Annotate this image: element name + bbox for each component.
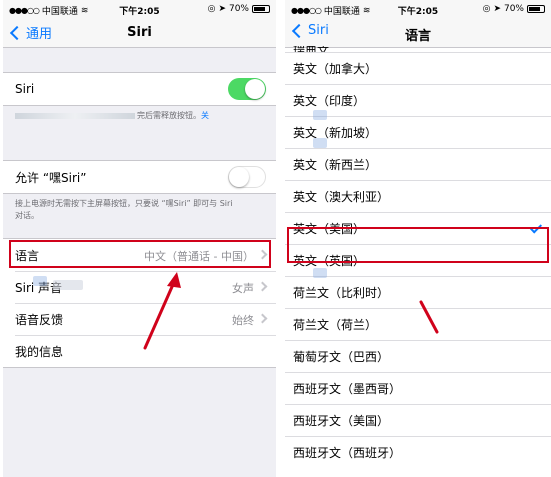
language-label: 英文（加拿大） [293, 62, 378, 76]
checkmark-icon [529, 221, 543, 234]
language-item[interactable]: 西班牙文（墨西哥） [285, 372, 551, 404]
page-title: 语言 [404, 29, 431, 44]
hey-siri-footnote: 接上电源时无需按下主屏幕按钮，只要说 “嘿Siri” 即可与 Siri 对话。 [15, 199, 233, 220]
hey-siri-label: 允许 “嘿Siri” [15, 170, 87, 185]
smudge [33, 276, 47, 286]
hey-siri-group: 允许 “嘿Siri” [3, 160, 276, 194]
my-info-label: 我的信息 [15, 344, 64, 359]
language-item[interactable]: 西班牙文（西班牙） [285, 436, 551, 468]
voice-feedback-value: 始终 [232, 314, 254, 327]
language-label: 西班牙文（墨西哥） [293, 382, 402, 396]
red-arrow-icon [419, 300, 439, 334]
battery-percent: 70% [503, 4, 524, 14]
battery-percent: 70% [228, 4, 249, 14]
navigation-bar: 通用 Siri [3, 18, 276, 48]
navigation-bar: Siri 语言 [285, 18, 551, 48]
chevron-right-icon [257, 313, 268, 324]
language-label: 英文（新加坡） [293, 126, 378, 140]
blurred-text [15, 112, 135, 119]
language-item[interactable]: 西班牙文（美国） [285, 404, 551, 436]
toggle-knob [229, 167, 249, 187]
language-label: 荷兰文（荷兰） [293, 318, 378, 332]
toggle-knob [245, 79, 265, 99]
language-label: 英文（美国） [293, 222, 366, 236]
siri-row[interactable]: Siri [3, 73, 276, 105]
siri-toggle[interactable] [228, 78, 266, 100]
language-item[interactable]: 英文（加拿大） [285, 52, 551, 84]
hey-siri-toggle[interactable] [228, 166, 266, 188]
siri-footnote: 完后需释放按钮。关 [15, 110, 264, 122]
battery-icon [527, 5, 545, 13]
location-icon: ➤ [218, 4, 226, 14]
language-item[interactable]: 葡萄牙文（巴西） [285, 340, 551, 372]
language-label: 西班牙文（美国） [293, 414, 390, 428]
location-icon: ➤ [493, 4, 501, 14]
lock-rotation-icon: ◎ [207, 4, 216, 14]
language-label: 西班牙文（西班牙） [293, 446, 402, 460]
hey-siri-row[interactable]: 允许 “嘿Siri” [3, 161, 276, 193]
siri-label: Siri [15, 82, 35, 96]
siri-settings-screen: ●●●○○ 中国联通 ≋ 下午2:05 ◎ ➤ 70% 通用 Siri Siri… [3, 0, 276, 477]
language-label: 葡萄牙文（巴西） [293, 350, 390, 364]
language-item[interactable]: 英文（澳大利亚） [285, 180, 551, 212]
smudge [53, 280, 83, 290]
page-title: Siri [127, 25, 152, 40]
language-screen: ●●●○○ 中国联通 ≋ 下午2:05 ◎ ➤ 70% Siri 语言 瑞典文 … [285, 0, 551, 477]
language-label: 英文（澳大利亚） [293, 190, 390, 204]
siri-group: Siri [3, 72, 276, 106]
chevron-right-icon [257, 281, 268, 292]
language-label: 语言 [15, 248, 40, 263]
language-row[interactable]: 语言 中文（普通话 - 中国） [3, 239, 276, 271]
language-item[interactable]: 英文（美国） [285, 212, 551, 244]
language-label: 英文（英国） [293, 254, 366, 268]
language-label: 英文（印度） [293, 94, 366, 108]
voice-feedback-label: 语音反馈 [15, 312, 64, 327]
status-bar: ●●●○○ 中国联通 ≋ 下午2:05 ◎ ➤ 70% [285, 0, 551, 18]
status-bar: ●●●○○ 中国联通 ≋ 下午2:05 ◎ ➤ 70% [3, 0, 276, 18]
smudge [313, 138, 327, 148]
chevron-right-icon [257, 249, 268, 260]
battery-icon [252, 5, 270, 13]
language-item[interactable]: 英文（新西兰） [285, 148, 551, 180]
smudge [313, 110, 327, 120]
siri-voice-value: 女声 [232, 282, 254, 295]
language-value: 中文（普通话 - 中国） [144, 250, 254, 263]
siri-footnote-link[interactable]: 关 [201, 111, 209, 120]
red-arrow-icon [143, 272, 181, 350]
lock-rotation-icon: ◎ [482, 4, 491, 14]
smudge [313, 268, 327, 278]
language-label: 英文（新西兰） [293, 158, 378, 172]
language-label: 荷兰文（比利时） [293, 286, 390, 300]
